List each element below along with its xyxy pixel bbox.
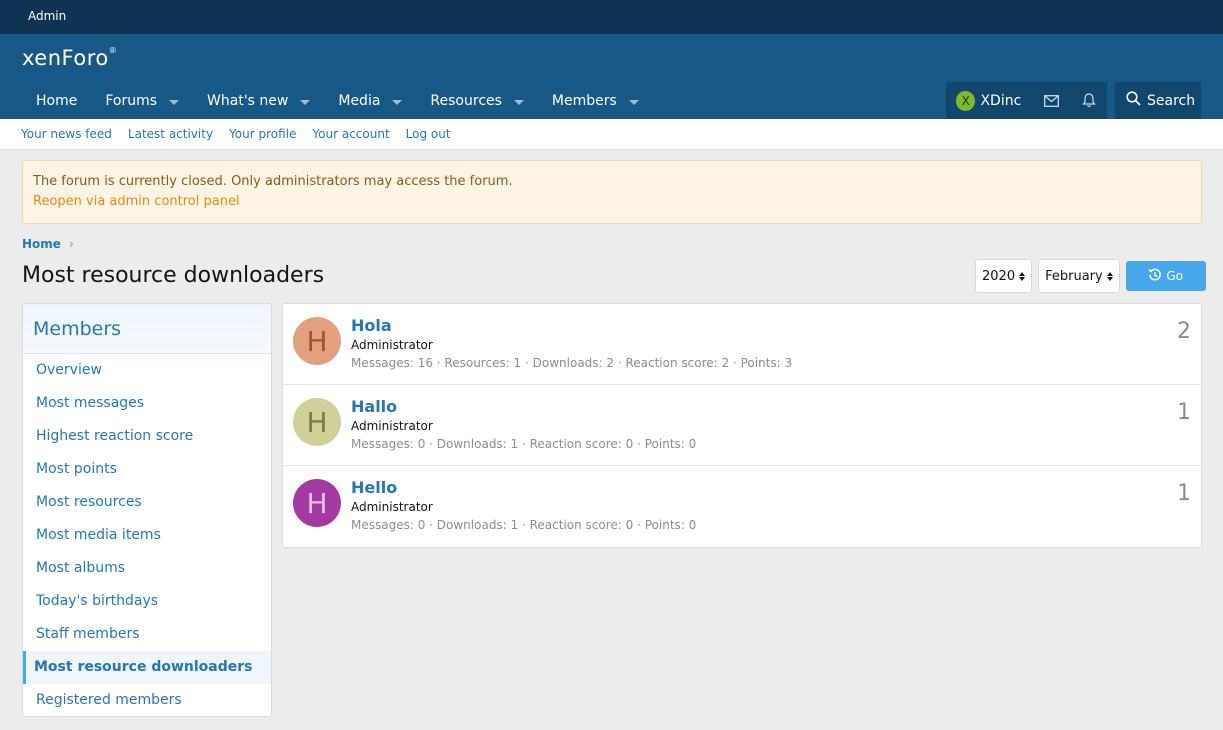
member-role: Administrator — [351, 500, 433, 514]
sidebar-item-most-resources[interactable]: Most resources — [23, 486, 271, 519]
select-arrows-icon — [1106, 271, 1113, 281]
bell-icon[interactable] — [1070, 82, 1107, 119]
month-select[interactable]: February — [1038, 259, 1120, 293]
nav-whats-new[interactable]: What's new — [193, 84, 324, 119]
chevron-down-icon[interactable] — [300, 100, 311, 105]
sidebar-item-todays-birthdays[interactable]: Today's birthdays — [23, 585, 271, 618]
reopen-link[interactable]: Reopen via admin control panel — [33, 194, 1191, 209]
chevron-down-icon[interactable] — [513, 100, 524, 105]
user-menu: X XDinc — [946, 82, 1107, 119]
nav-home-label: Home — [36, 93, 78, 109]
subnav-latest-activity[interactable]: Latest activity — [128, 127, 213, 141]
avatar[interactable]: H — [293, 479, 341, 527]
list-item: H Hallo Administrator Messages: 0 · Down… — [283, 385, 1201, 466]
subnav-news-feed[interactable]: Your news feed — [21, 127, 112, 141]
breadcrumb-home[interactable]: Home — [22, 237, 61, 251]
site-logo[interactable]: xenForo® — [22, 46, 117, 70]
envelope-icon[interactable] — [1033, 82, 1070, 119]
nav-forums-label: Forums — [105, 93, 158, 109]
select-arrows-icon — [1019, 271, 1026, 281]
page-title: Most resource downloaders — [22, 263, 325, 288]
member-role: Administrator — [351, 419, 433, 433]
download-count: 1 — [1177, 400, 1191, 425]
download-count: 1 — [1177, 481, 1191, 506]
download-count: 2 — [1177, 319, 1191, 344]
nav-resources-label: Resources — [430, 93, 502, 109]
avatar[interactable]: H — [293, 317, 341, 365]
nav-home[interactable]: Home — [22, 84, 91, 119]
list-item: H Hello Administrator Messages: 0 · Down… — [283, 466, 1201, 547]
sidebar-item-highest-reaction-score[interactable]: Highest reaction score — [23, 420, 271, 453]
list-item: H Hola Administrator Messages: 16 · Reso… — [283, 304, 1201, 385]
sidebar-item-most-media-items[interactable]: Most media items — [23, 519, 271, 552]
member-stats: Messages: 0 · Downloads: 1 · Reaction sc… — [351, 437, 697, 451]
sub-nav: Your news feed Latest activity Your prof… — [0, 119, 1223, 150]
member-stats: Messages: 16 · Resources: 1 · Downloads:… — [351, 356, 793, 370]
avatar[interactable]: X — [956, 90, 976, 111]
admin-link[interactable]: Admin — [28, 9, 66, 23]
go-button[interactable]: Go — [1125, 261, 1206, 291]
members-sidebar: Members Overview Most messages Highest r… — [22, 303, 272, 717]
subnav-log-out[interactable]: Log out — [406, 127, 451, 141]
nav-whats-new-label: What's new — [207, 93, 289, 109]
member-stats: Messages: 0 · Downloads: 1 · Reaction sc… — [351, 518, 697, 532]
chevron-down-icon[interactable] — [628, 100, 639, 105]
nav-resources[interactable]: Resources — [416, 84, 538, 119]
logo-registered-mark: ® — [108, 46, 118, 55]
sidebar-item-most-albums[interactable]: Most albums — [23, 552, 271, 585]
user-name[interactable]: XDinc — [980, 93, 1033, 109]
logo-text: xenForo — [22, 46, 109, 70]
sidebar-item-most-points[interactable]: Most points — [23, 453, 271, 486]
nav-media-label: Media — [338, 93, 381, 109]
avatar[interactable]: H — [293, 398, 341, 446]
chevron-down-icon[interactable] — [169, 100, 180, 105]
go-label: Go — [1166, 269, 1184, 283]
sidebar-title: Members — [23, 304, 271, 354]
date-filters: 2020 February Go — [975, 259, 1206, 293]
subnav-your-account[interactable]: Your account — [312, 127, 389, 141]
year-value: 2020 — [982, 268, 1016, 284]
nav-forums[interactable]: Forums — [91, 84, 193, 119]
nav-members[interactable]: Members — [538, 84, 653, 119]
search-label: Search — [1147, 92, 1196, 109]
sidebar-item-staff-members[interactable]: Staff members — [23, 618, 271, 651]
breadcrumb: Home › — [22, 237, 74, 251]
year-select[interactable]: 2020 — [975, 259, 1033, 293]
month-value: February — [1045, 268, 1103, 284]
history-icon — [1148, 268, 1162, 285]
sidebar-item-most-resource-downloaders[interactable]: Most resource downloaders — [23, 651, 271, 684]
member-list: H Hola Administrator Messages: 16 · Reso… — [282, 303, 1202, 548]
forum-closed-notice: The forum is currently closed. Only admi… — [22, 160, 1202, 224]
nav-media[interactable]: Media — [324, 84, 416, 119]
sidebar-item-registered-members[interactable]: Registered members — [23, 684, 271, 716]
member-name[interactable]: Hello — [351, 478, 397, 497]
main-nav: Home Forums What's new Media Resources M… — [22, 84, 653, 119]
member-role: Administrator — [351, 338, 433, 352]
notice-message: The forum is currently closed. Only admi… — [33, 174, 513, 189]
chevron-down-icon[interactable] — [392, 100, 403, 105]
sidebar-item-overview[interactable]: Overview — [23, 354, 271, 387]
search-icon — [1126, 91, 1141, 110]
sidebar-item-most-messages[interactable]: Most messages — [23, 387, 271, 420]
site-header: xenForo® Home Forums What's new Media Re… — [0, 34, 1223, 119]
chevron-right-icon: › — [68, 237, 74, 251]
subnav-your-profile[interactable]: Your profile — [229, 127, 296, 141]
member-name[interactable]: Hallo — [351, 397, 397, 416]
member-name[interactable]: Hola — [351, 316, 392, 335]
nav-members-label: Members — [551, 93, 617, 109]
search-button[interactable]: Search — [1115, 82, 1201, 119]
admin-bar: Admin — [0, 0, 1223, 34]
